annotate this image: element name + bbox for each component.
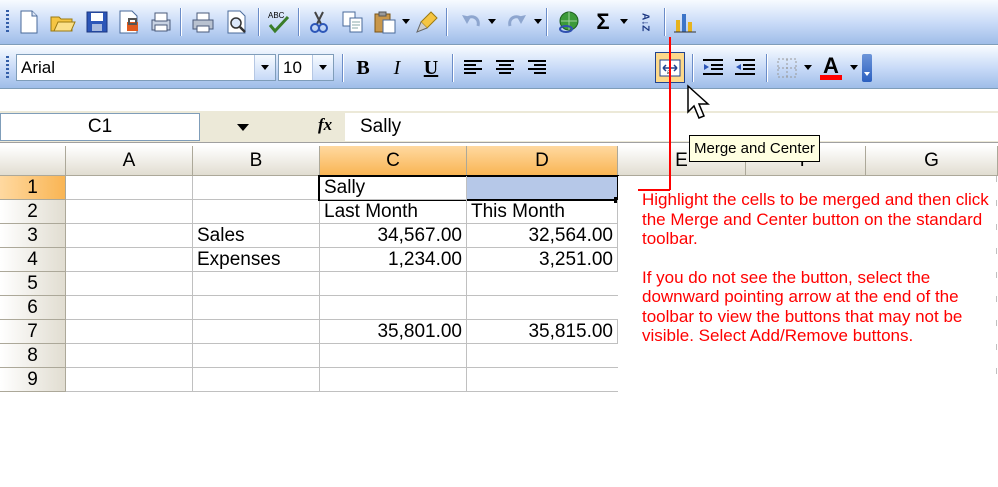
instruction-callout: Highlight the cells to be merged and the… (642, 190, 998, 365)
callout-paragraph-1: Highlight the cells to be merged and the… (642, 190, 989, 248)
callout-paragraph-2: If you do not see the button, select the… (642, 267, 963, 346)
merge-and-center-tooltip: Merge and Center (689, 135, 820, 162)
mouse-pointer-icon (687, 84, 710, 119)
